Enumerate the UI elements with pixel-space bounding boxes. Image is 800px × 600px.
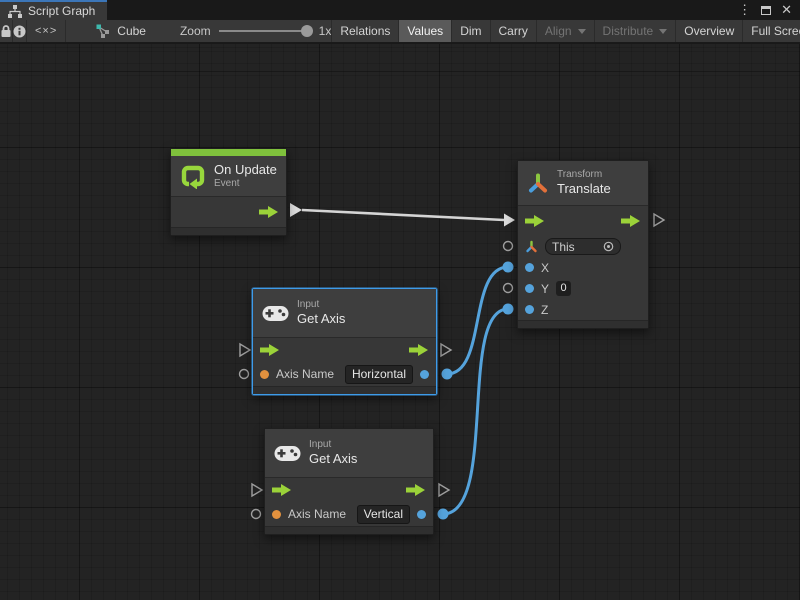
string-port-icon[interactable] [272, 510, 281, 519]
node-category: Input [309, 439, 357, 451]
node-title: Get Axis [297, 311, 345, 327]
tab-script-graph[interactable]: Script Graph [0, 0, 107, 20]
dropdown-arrow-icon [578, 29, 586, 34]
target-object-value: This [552, 240, 575, 254]
node-row-flow [518, 206, 648, 236]
node-row-flow [253, 338, 436, 362]
toolbar-button-distribute[interactable]: Distribute [595, 20, 677, 42]
value-port-z-icon[interactable] [525, 305, 534, 314]
result-port-icon[interactable] [417, 510, 426, 519]
event-accent-bar [171, 149, 286, 156]
toolbar-button-carry[interactable]: Carry [491, 20, 537, 42]
node-title: On Update [214, 162, 277, 178]
script-graph-icon [8, 5, 22, 18]
toolbar-button-relations[interactable]: Relations [332, 20, 399, 42]
axis-name-label: Axis Name [276, 367, 334, 381]
node-row-x: X [518, 257, 648, 278]
node-header: Input Get Axis [265, 429, 433, 478]
node-header: Transform Translate [518, 161, 648, 206]
toolbar-button-values[interactable]: Values [399, 20, 452, 42]
window-controls: ⋮ ✕ [738, 0, 800, 20]
inspect-button[interactable] [13, 20, 27, 42]
node-row-target: This [518, 236, 648, 257]
node-footer [265, 526, 433, 534]
axis-name-field[interactable]: Vertical [357, 505, 410, 524]
title-bar: Script Graph ⋮ ✕ [0, 0, 800, 20]
gamepad-icon [262, 305, 289, 322]
flow-input-arrow-icon[interactable] [260, 344, 280, 356]
axis-name-label: Axis Name [288, 507, 346, 521]
node-footer [171, 227, 286, 235]
node-get-axis-vertical[interactable]: Input Get Axis Axis Name Vertical [264, 428, 434, 535]
node-row-axis-name: Axis Name Horizontal [253, 362, 436, 386]
lock-icon [0, 24, 12, 38]
toolbar-button-overview[interactable]: Overview [676, 20, 743, 42]
port-label-z: Z [541, 303, 548, 317]
result-port-icon[interactable] [420, 370, 429, 379]
dropdown-arrow-icon [659, 29, 667, 34]
port-label-x: X [541, 261, 549, 275]
flow-output-arrow-icon[interactable] [406, 484, 426, 496]
info-icon [13, 25, 26, 38]
zoom-label: Zoom [180, 24, 211, 38]
node-subtitle: Event [214, 178, 277, 190]
node-footer [518, 320, 648, 328]
align-label: Align [545, 24, 572, 38]
transform-mini-icon [525, 240, 538, 253]
distribute-label: Distribute [603, 24, 654, 38]
node-row-flow [265, 478, 433, 502]
flow-input-arrow-icon[interactable] [272, 484, 292, 496]
zoom-slider-handle[interactable] [301, 25, 313, 37]
node-title: Get Axis [309, 451, 357, 467]
maximize-icon[interactable] [761, 6, 771, 15]
node-header: On Update Event [171, 156, 286, 197]
node-row-y: Y 0 [518, 278, 648, 299]
graph-name: Cube [117, 24, 146, 38]
object-picker-icon[interactable] [603, 241, 614, 252]
node-row-flow [171, 197, 286, 227]
toolbar-toggles: Relations Values Dim Carry Align Distrib… [331, 20, 800, 42]
toolbar-button-align[interactable]: Align [537, 20, 595, 42]
zoom-slider[interactable] [219, 30, 311, 32]
window-menu-icon[interactable]: ⋮ [738, 0, 751, 20]
tab-title: Script Graph [28, 4, 95, 18]
node-footer [253, 386, 436, 394]
flow-output-arrow-icon[interactable] [259, 206, 279, 218]
string-port-icon[interactable] [260, 370, 269, 379]
node-on-update[interactable]: On Update Event [170, 148, 287, 236]
flow-output-arrow-icon[interactable] [409, 344, 429, 356]
node-title: Translate [557, 181, 611, 197]
value-port-x-icon[interactable] [525, 263, 534, 272]
toolbar-button-dim[interactable]: Dim [452, 20, 490, 42]
zoom-value: 1x [319, 24, 332, 38]
graph-reference-icon [96, 24, 111, 39]
flow-input-arrow-icon[interactable] [525, 215, 545, 227]
lock-button[interactable] [0, 20, 13, 42]
y-value-field[interactable]: 0 [556, 281, 571, 296]
code-preview-button[interactable]: <×> [27, 20, 66, 42]
node-row-axis-name: Axis Name Vertical [265, 502, 433, 526]
node-row-z: Z [518, 299, 648, 320]
zoom-control: Zoom 1x [180, 20, 331, 42]
node-category: Input [297, 299, 345, 311]
toolbar-button-fullscreen[interactable]: Full Screen [743, 20, 800, 42]
graph-toolbar: <×> Cube Zoom 1x Relations Values Dim Ca… [0, 20, 800, 43]
target-object-field[interactable]: This [545, 238, 621, 255]
port-label-y: Y [541, 282, 549, 296]
flow-output-arrow-icon[interactable] [621, 215, 641, 227]
close-icon[interactable]: ✕ [781, 0, 792, 20]
loop-event-icon [180, 163, 206, 189]
node-category: Transform [557, 169, 611, 181]
axis-name-field[interactable]: Horizontal [345, 365, 413, 384]
graph-breadcrumb[interactable]: Cube [88, 20, 154, 42]
node-get-axis-horizontal[interactable]: Input Get Axis Axis Name Horizontal [252, 288, 437, 395]
value-port-y-icon[interactable] [525, 284, 534, 293]
gamepad-icon [274, 445, 301, 462]
node-translate[interactable]: Transform Translate This X Y [517, 160, 649, 329]
node-header: Input Get Axis [253, 289, 436, 338]
transform-icon [527, 172, 549, 194]
